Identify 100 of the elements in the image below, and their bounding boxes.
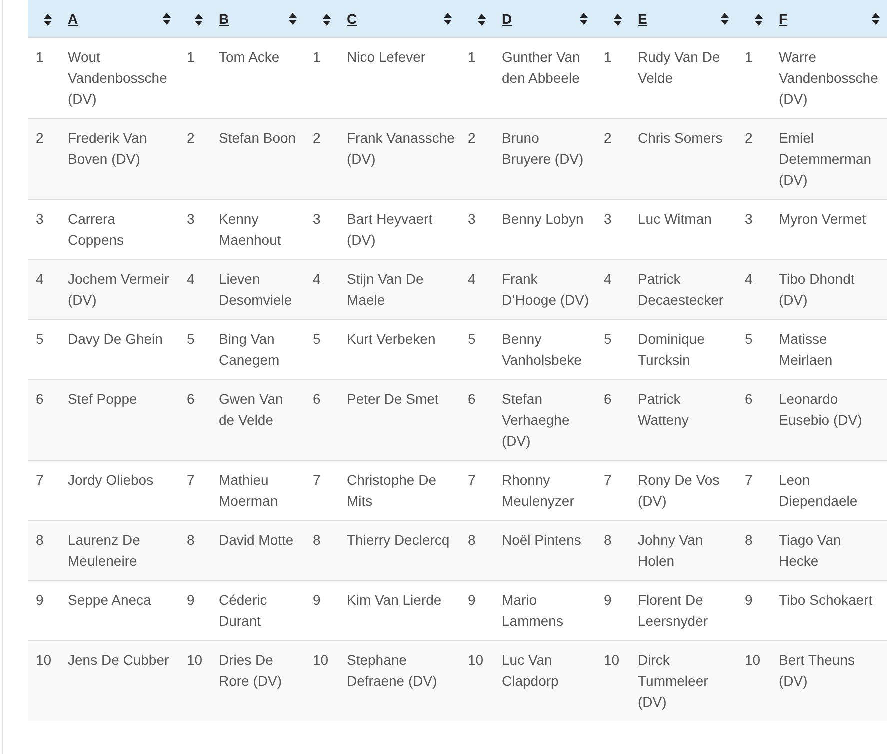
player-name: Stefan Verhaeghe (DV) [502, 391, 570, 449]
rank-number: 5 [187, 331, 195, 347]
rank-number: 8 [313, 532, 321, 548]
rank-number: 9 [313, 592, 321, 608]
player-name: Christophe De Mits [347, 472, 436, 509]
sort-icon[interactable] [163, 12, 171, 24]
rank-number: 5 [745, 331, 753, 347]
rank-number: 10 [745, 652, 761, 668]
rank-number: 9 [604, 592, 612, 608]
sort-icon[interactable] [755, 14, 763, 26]
rank-number: 7 [745, 472, 753, 488]
rank-number: 4 [745, 271, 753, 287]
sort-icon[interactable] [289, 12, 297, 24]
rank-number: 2 [468, 130, 476, 146]
column-header-link[interactable]: E [638, 10, 648, 26]
player-name: Thierry Declercq [347, 532, 450, 548]
rank-number: 5 [468, 331, 476, 347]
player-name: Céderic Durant [219, 592, 268, 629]
sort-icon[interactable] [872, 12, 880, 24]
player-name: Stef Poppe [68, 391, 138, 407]
rank-number: 2 [745, 130, 753, 146]
player-name: Dirck Tummeleer (DV) [638, 652, 708, 710]
player-name: Mathieu Moerman [219, 472, 278, 509]
rank-number: 9 [745, 592, 753, 608]
column-header-link[interactable]: D [502, 10, 512, 26]
player-name: Stephane Defraene (DV) [347, 652, 438, 689]
player-name: Frank D’Hooge (DV) [502, 271, 590, 308]
player-name: Bing Van Canegem [219, 331, 280, 368]
player-name: Patrick Decaestecker [638, 271, 724, 308]
rank-number: 7 [604, 472, 612, 488]
rank-number: 8 [36, 532, 44, 548]
sort-icon[interactable] [323, 14, 331, 26]
rank-number: 6 [745, 391, 753, 407]
player-name: Leon Diependaele [779, 472, 858, 509]
rank-number: 2 [604, 130, 612, 146]
player-name: Jordy Oliebos [68, 472, 154, 488]
rank-number: 5 [313, 331, 321, 347]
player-name: Tibo Dhondt (DV) [779, 271, 855, 308]
player-name: Kim Van Lierde [347, 592, 442, 608]
rank-number: 7 [468, 472, 476, 488]
column-header-link[interactable]: B [219, 10, 230, 26]
column-header-link[interactable]: F [779, 10, 788, 26]
player-name: Benny Lobyn [502, 211, 584, 227]
player-name: Seppe Aneca [68, 592, 152, 608]
player-name: Bert Theuns (DV) [779, 652, 856, 689]
player-name: Myron Vermet [779, 211, 866, 227]
rank-number: 6 [604, 391, 612, 407]
player-name: Jochem Vermeir (DV) [68, 271, 170, 308]
rank-number: 3 [187, 211, 195, 227]
rank-number: 8 [745, 532, 753, 548]
rank-number: 8 [187, 532, 195, 548]
rank-number: 4 [604, 271, 612, 287]
player-name: Mario Lammens [502, 592, 564, 629]
rank-number: 2 [36, 130, 44, 146]
rank-number: 7 [187, 472, 195, 488]
column-header-link[interactable]: A [68, 10, 78, 26]
player-name: Johny Van Holen [638, 532, 704, 569]
sort-icon[interactable] [721, 12, 729, 24]
sort-icon[interactable] [195, 14, 203, 26]
player-name: Noël Pintens [502, 532, 582, 548]
rank-number: 6 [36, 391, 44, 407]
player-name: Warre Vandenbossche (DV) [779, 49, 878, 107]
rank-number: 3 [745, 211, 753, 227]
player-name: Jens De Cubber [68, 652, 170, 668]
sort-icon[interactable] [580, 12, 588, 24]
rank-number: 9 [36, 592, 44, 608]
player-name: Frank Vanassche (DV) [347, 130, 455, 167]
sort-icon[interactable] [444, 12, 452, 24]
player-name: Kurt Verbeken [347, 331, 436, 347]
column-header-link[interactable]: C [347, 10, 358, 26]
rank-number: 4 [313, 271, 321, 287]
rank-number: 2 [187, 130, 195, 146]
player-name: Bart Heyvaert (DV) [347, 211, 433, 248]
player-name: Dominique Turcksin [638, 331, 705, 368]
rank-number: 5 [36, 331, 44, 347]
sort-icon[interactable] [44, 14, 52, 26]
rank-number: 9 [468, 592, 476, 608]
player-name: Frederik Van Boven (DV) [68, 130, 148, 167]
player-name: Dries De Rore (DV) [219, 652, 282, 689]
rank-number: 10 [187, 652, 203, 668]
rank-number: 1 [604, 49, 612, 65]
rank-number: 1 [313, 49, 321, 65]
player-name: Luc Van Clapdorp [502, 652, 559, 689]
player-name: Florent De Leersnyder [638, 592, 708, 629]
player-name: Rudy Van De Velde [638, 49, 720, 86]
rank-number: 4 [36, 271, 44, 287]
rank-number: 1 [745, 49, 753, 65]
player-name: Chris Somers [638, 130, 723, 146]
rank-number: 10 [313, 652, 329, 668]
rank-number: 10 [36, 652, 52, 668]
sort-icon[interactable] [478, 14, 486, 26]
player-name: Bruno Bruyere (DV) [502, 130, 584, 167]
player-name: Stijn Van De Maele [347, 271, 424, 308]
player-name: Tiago Van Hecke [779, 532, 842, 569]
player-name: Tibo Schokaert [779, 592, 873, 608]
sort-icon[interactable] [614, 14, 622, 26]
rank-number: 1 [468, 49, 476, 65]
player-name: Laurenz De Meuleneire [68, 532, 140, 569]
player-name: Emiel Detemmerman (DV) [779, 130, 872, 188]
rank-number: 7 [36, 472, 44, 488]
